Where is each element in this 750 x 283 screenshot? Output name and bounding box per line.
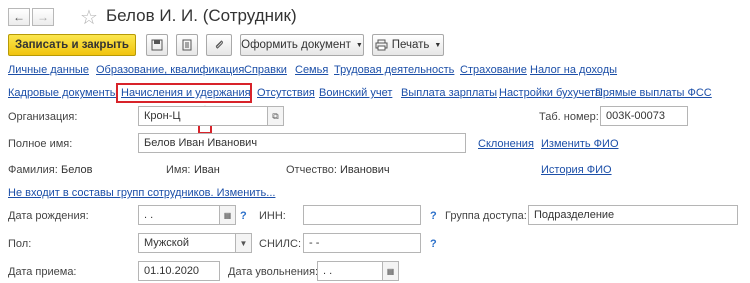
help-icon[interactable]: ? (240, 210, 247, 222)
attach-button[interactable] (206, 34, 232, 56)
birth-field[interactable]: . . (138, 205, 220, 225)
tab-number-field[interactable]: 003К-00073 (600, 106, 688, 126)
link-education[interactable]: Образование, квалификация (96, 64, 244, 76)
fire-date-label: Дата увольнения: (228, 266, 319, 278)
gender-label: Пол: (8, 238, 32, 250)
declension-link[interactable]: Склонения (478, 138, 534, 150)
open-link-icon[interactable]: ⧉ (268, 106, 284, 126)
arrow-left-icon: ← (13, 10, 25, 24)
calendar-icon[interactable]: ▦ (383, 261, 399, 281)
link-accounting-settings[interactable]: Настройки бухучета (499, 87, 601, 99)
print-label: Печать (391, 39, 430, 51)
arrow-right-icon: → (37, 10, 49, 24)
chevron-down-icon[interactable]: ▼ (236, 233, 252, 253)
floppy-icon (151, 39, 163, 51)
back-button[interactable]: ← (8, 8, 30, 26)
inn-field[interactable] (303, 205, 421, 225)
groups-link[interactable]: Не входит в составы групп сотрудников. И… (8, 187, 275, 199)
link-certificates[interactable]: Справки (244, 64, 287, 76)
print-button[interactable]: Печать ▼ (372, 34, 444, 56)
surname-value: Белов (61, 164, 93, 176)
link-salary-payment[interactable]: Выплата зарплаты (401, 87, 497, 99)
hire-date-field[interactable]: 01.10.2020 (138, 261, 220, 281)
create-doc-label: Оформить документ (241, 39, 351, 51)
snils-label: СНИЛС: (259, 238, 302, 250)
fullname-field[interactable]: Белов Иван Иванович (138, 133, 466, 153)
change-fio-link[interactable]: Изменить ФИО (541, 138, 619, 150)
forward-button[interactable]: → (32, 8, 54, 26)
name-label: Имя: (166, 164, 191, 176)
link-employment[interactable]: Трудовая деятельность (334, 64, 454, 76)
patronymic-label: Отчество: (286, 164, 337, 176)
patronymic-value: Иванович (340, 164, 390, 176)
access-group-field[interactable]: Подразделение (528, 205, 738, 225)
link-income-tax[interactable]: Налог на доходы (530, 64, 617, 76)
chevron-down-icon: ▼ (434, 41, 442, 49)
history-fio-link[interactable]: История ФИО (541, 164, 612, 176)
access-group-label: Группа доступа: (445, 210, 527, 222)
fire-date-field[interactable]: . . (317, 261, 383, 281)
link-family[interactable]: Семья (295, 64, 328, 76)
printer-icon (375, 39, 388, 51)
birth-label: Дата рождения: (8, 210, 89, 222)
help-icon[interactable]: ? (430, 210, 437, 222)
help-icon[interactable]: ? (430, 238, 437, 250)
page-title: Белов И. И. (Сотрудник) (106, 6, 297, 25)
calendar-icon[interactable]: ▦ (220, 205, 236, 225)
inn-label: ИНН: (259, 210, 286, 222)
list-button[interactable] (176, 34, 198, 56)
link-hr-documents[interactable]: Кадровые документы (8, 87, 118, 99)
name-value: Иван (194, 164, 220, 176)
link-absences[interactable]: Отсутствия (257, 87, 315, 99)
org-label: Организация: (8, 111, 78, 123)
save-close-button[interactable]: Записать и закрыть (8, 34, 136, 56)
paperclip-icon (215, 40, 223, 49)
tab-number-label: Таб. номер: (539, 111, 599, 123)
link-direct-payments[interactable]: Прямые выплаты ФСС (595, 87, 712, 99)
gender-field[interactable]: Мужской (138, 233, 236, 253)
link-personal-data[interactable]: Личные данные (8, 64, 89, 76)
highlight-frame (116, 83, 252, 103)
surname-label: Фамилия: (8, 164, 58, 176)
fullname-label: Полное имя: (8, 138, 73, 150)
hire-date-label: Дата приема: (8, 266, 77, 278)
chevron-down-icon: ▼ (355, 41, 363, 49)
link-insurance[interactable]: Страхование (460, 64, 527, 76)
org-field[interactable]: Крон-Ц (138, 106, 268, 126)
list-icon (182, 39, 192, 51)
snils-field[interactable]: - - (303, 233, 421, 253)
save-button[interactable] (146, 34, 168, 56)
link-military[interactable]: Воинский учет (319, 87, 392, 99)
star-icon[interactable]: ☆ (80, 5, 98, 30)
create-doc-button[interactable]: Оформить документ ▼ (240, 34, 364, 56)
